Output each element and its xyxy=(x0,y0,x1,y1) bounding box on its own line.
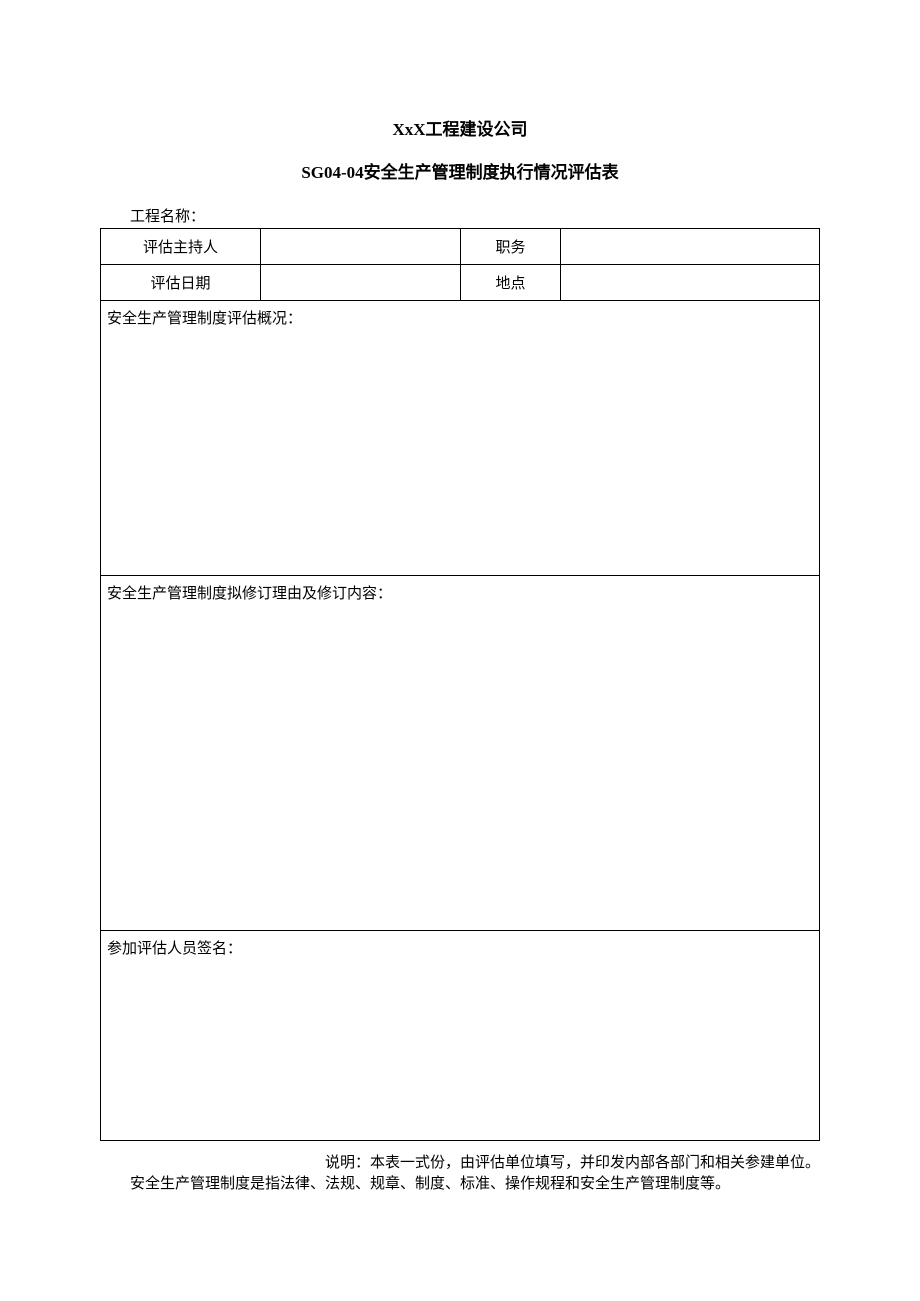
section-overview[interactable]: 安全生产管理制度评估概况： xyxy=(101,301,820,576)
form-title: SG04-04安全生产管理制度执行情况评估表 xyxy=(100,158,820,183)
company-title: XxX工程建设公司 xyxy=(100,115,820,140)
section-overview-label: 安全生产管理制度评估概况： xyxy=(107,311,302,327)
form-title-text: 安全生产管理制度执行情况评估表 xyxy=(364,163,619,182)
form-code: SG04-04 xyxy=(301,163,363,182)
evaluator-value[interactable] xyxy=(261,229,461,265)
evaluation-form-table: 评估主持人 职务 评估日期 地点 安全生产管理制度评估概况： 安全生产管理制度拟… xyxy=(100,228,820,1141)
location-value[interactable] xyxy=(561,265,820,301)
eval-date-label: 评估日期 xyxy=(101,265,261,301)
section-revision[interactable]: 安全生产管理制度拟修订理由及修订内容： xyxy=(101,576,820,931)
section-signatures[interactable]: 参加评估人员签名： xyxy=(101,931,820,1141)
eval-date-value[interactable] xyxy=(261,265,461,301)
position-label: 职务 xyxy=(461,229,561,265)
position-value[interactable] xyxy=(561,229,820,265)
location-label: 地点 xyxy=(461,265,561,301)
project-name-label: 工程名称： xyxy=(130,205,820,226)
footnote-line2: 安全生产管理制度是指法律、法规、规章、制度、标准、操作规程和安全生产管理制度等。 xyxy=(100,1172,820,1193)
evaluator-label: 评估主持人 xyxy=(101,229,261,265)
footnote-line1: 说明：本表一式份，由评估单位填写，并印发内部各部门和相关参建单位。 xyxy=(100,1151,820,1172)
section-revision-label: 安全生产管理制度拟修订理由及修订内容： xyxy=(107,586,392,602)
document-page: XxX工程建设公司 SG04-04安全生产管理制度执行情况评估表 工程名称： 评… xyxy=(0,0,920,1193)
section-signatures-label: 参加评估人员签名： xyxy=(107,941,242,957)
